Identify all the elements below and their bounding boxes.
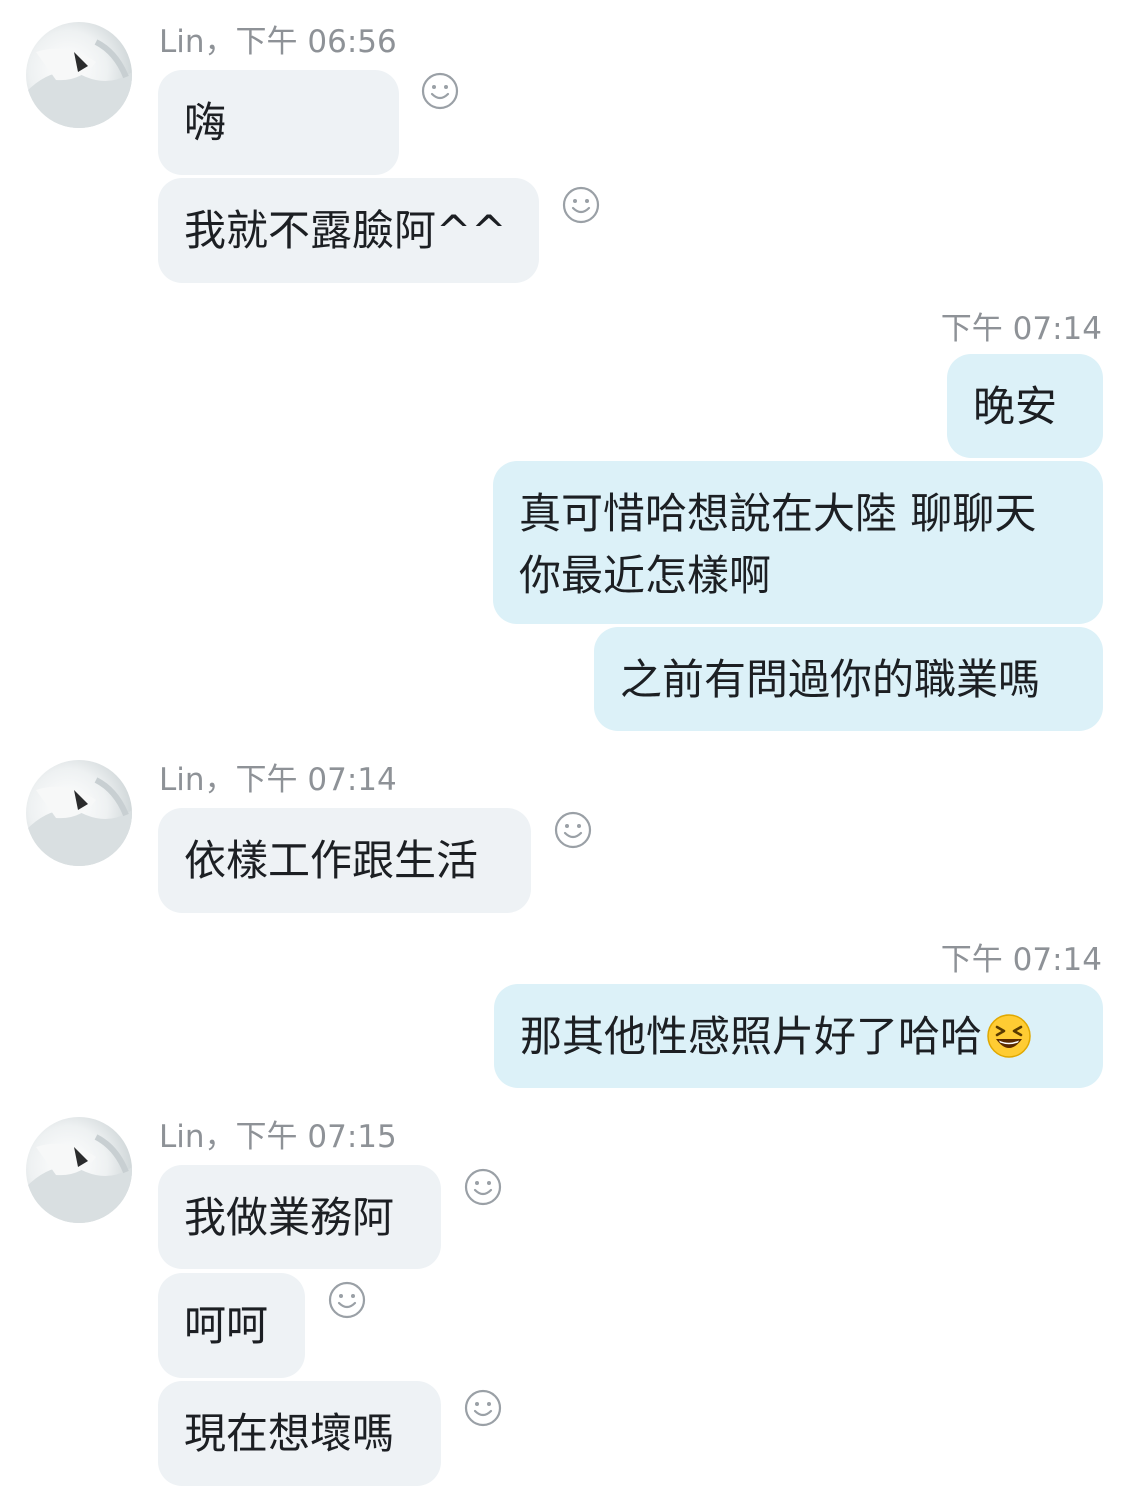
- incoming-message[interactable]: 嗨: [158, 70, 399, 175]
- message-text: 呵呵: [184, 1301, 269, 1350]
- sender-timestamp: Lin，下午 07:15: [159, 1119, 397, 1155]
- incoming-message[interactable]: 我就不露臉阿^^: [158, 178, 539, 283]
- message-text: 依樣工作跟生活: [184, 836, 479, 885]
- message-text: 我就不露臉阿^^: [184, 206, 507, 255]
- message-text: 我做業務阿: [184, 1193, 395, 1242]
- message-text: 之前有問過你的職業嗎: [620, 655, 1041, 704]
- smiley-reaction-icon[interactable]: [328, 1281, 366, 1319]
- smiley-reaction-icon[interactable]: [464, 1168, 502, 1206]
- outgoing-message[interactable]: 之前有問過你的職業嗎: [594, 627, 1103, 731]
- smiley-reaction-icon[interactable]: [562, 186, 600, 224]
- smiley-reaction-icon[interactable]: [464, 1389, 502, 1427]
- incoming-message[interactable]: 現在想壞嗎: [158, 1381, 441, 1486]
- sender-timestamp: Lin，下午 06:56: [159, 24, 397, 60]
- outgoing-message[interactable]: 那其他性感照片好了哈哈: [494, 984, 1103, 1088]
- message-text: 晚安: [973, 382, 1058, 431]
- message-timestamp: 下午 07:14: [940, 311, 1102, 347]
- avatar[interactable]: [26, 760, 132, 866]
- message-text-line: 你最近怎樣啊: [519, 551, 772, 600]
- avatar[interactable]: [26, 1117, 132, 1223]
- message-text: 現在想壞嗎: [184, 1409, 395, 1458]
- incoming-message[interactable]: 呵呵: [158, 1273, 305, 1378]
- message-text: 嗨: [184, 98, 227, 147]
- message-timestamp: 下午 07:14: [940, 942, 1102, 978]
- avatar[interactable]: [26, 22, 132, 128]
- sender-timestamp: Lin，下午 07:14: [159, 762, 397, 798]
- outgoing-message[interactable]: 晚安: [947, 354, 1103, 458]
- smiley-reaction-icon[interactable]: [554, 811, 592, 849]
- incoming-message[interactable]: 我做業務阿: [158, 1165, 441, 1269]
- smiley-reaction-icon[interactable]: [421, 72, 459, 110]
- outgoing-message[interactable]: 真可惜哈想說在大陸 聊聊天 你最近怎樣啊: [493, 461, 1103, 624]
- message-text: 那其他性感照片好了哈哈: [520, 1012, 983, 1061]
- grinning-squinting-face-emoji: [986, 1013, 1032, 1059]
- incoming-message[interactable]: 依樣工作跟生活: [158, 808, 531, 913]
- message-text-line: 真可惜哈想說在大陸 聊聊天: [519, 489, 1037, 538]
